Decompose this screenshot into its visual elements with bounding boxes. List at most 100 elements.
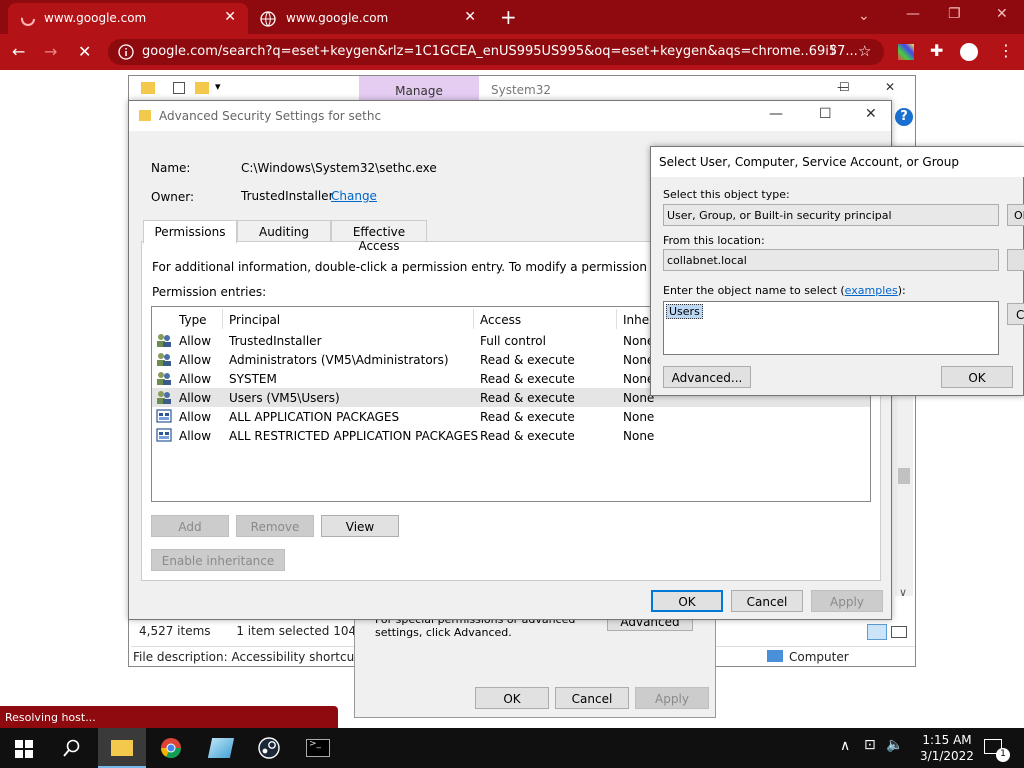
back-icon[interactable]: ←: [12, 42, 25, 61]
apply-button[interactable]: Apply: [811, 590, 883, 612]
item-count: 4,527 items: [139, 624, 211, 638]
column-separator[interactable]: [616, 309, 617, 329]
taskbar-file-explorer[interactable]: [98, 728, 146, 768]
cancel-button[interactable]: Cancel: [731, 590, 803, 612]
apply-button[interactable]: Apply: [635, 687, 709, 709]
explorer-scrollbar[interactable]: ∨: [895, 376, 913, 599]
change-owner-link[interactable]: Change: [331, 189, 377, 203]
column-principal[interactable]: Principal: [229, 313, 280, 327]
maximize-icon[interactable]: ☐: [839, 80, 850, 94]
explorer-window-title: System32: [491, 83, 552, 97]
close-icon[interactable]: ✕: [885, 80, 895, 94]
windows-taskbar: >_ ∧ ⊡ 🔈 1:15 AM 3/1/2022 1: [0, 728, 1024, 768]
tab-title: www.google.com: [44, 11, 147, 25]
scrollbar-thumb[interactable]: [898, 468, 910, 484]
object-types-button[interactable]: Ol: [1007, 204, 1024, 226]
properties-icon[interactable]: [173, 82, 185, 94]
table-row[interactable]: Allow ALL APPLICATION PACKAGES Read & ex…: [152, 407, 870, 426]
app-packages-icon: [156, 428, 172, 442]
remove-button[interactable]: Remove: [236, 515, 314, 537]
tab-search-icon[interactable]: ⌄: [858, 8, 870, 24]
close-icon[interactable]: ✕: [865, 106, 877, 122]
extension-icon[interactable]: [898, 44, 914, 60]
name-label: Name:: [151, 161, 191, 175]
select-user-dialog: Select User, Computer, Service Account, …: [650, 146, 1024, 396]
column-type[interactable]: Type: [179, 313, 207, 327]
dialog-title: Advanced Security Settings for sethc: [159, 109, 382, 123]
command-prompt-icon[interactable]: >_: [306, 739, 330, 757]
address-bar[interactable]: google.com/search?q=eset+keygen&rlz=1C1G…: [108, 39, 884, 65]
quick-access-dropdown-icon[interactable]: ▾: [215, 80, 221, 93]
app-packages-icon: [156, 409, 172, 423]
folder-icon: [139, 110, 151, 121]
tab-close-icon[interactable]: ✕: [224, 9, 236, 25]
location-field: collabnet.local: [663, 249, 999, 271]
dialog-title: Select User, Computer, Service Account, …: [651, 147, 1024, 177]
check-names-button[interactable]: C: [1007, 303, 1024, 325]
browser-tab[interactable]: www.google.com ✕: [250, 3, 488, 34]
locations-button[interactable]: [1007, 249, 1024, 271]
new-folder-icon[interactable]: [195, 82, 209, 94]
steam-icon[interactable]: [258, 737, 280, 759]
show-hidden-icons-icon[interactable]: ∧: [840, 738, 850, 754]
windows-start-icon[interactable]: [15, 740, 33, 758]
tab-permissions[interactable]: Permissions: [143, 220, 237, 244]
chrome-icon[interactable]: [160, 737, 182, 759]
info-text: For additional information, double-click…: [152, 260, 652, 274]
volume-icon[interactable]: 🔈: [886, 737, 903, 753]
browser-toolbar: ← → ✕ google.com/search?q=eset+keygen&rl…: [0, 34, 1024, 70]
examples-link[interactable]: examples: [845, 284, 898, 297]
table-row[interactable]: Allow ALL RESTRICTED APPLICATION PACKAGE…: [152, 426, 870, 445]
bookmark-star-icon[interactable]: ☆: [858, 42, 871, 60]
network-icon[interactable]: ⊡: [864, 737, 876, 753]
large-icons-view-icon[interactable]: [891, 626, 907, 638]
ok-button[interactable]: OK: [475, 687, 549, 709]
column-access[interactable]: Access: [480, 313, 521, 327]
notepad-icon[interactable]: [207, 738, 235, 758]
maximize-icon[interactable]: ☐: [819, 106, 832, 122]
dialog-titlebar: Advanced Security Settings for sethc — ☐…: [129, 101, 891, 131]
owner-value: TrustedInstaller: [241, 189, 334, 203]
folder-icon: [141, 82, 155, 94]
browser-status-bubble: Resolving host...: [0, 706, 338, 728]
system-clock[interactable]: 1:15 AM 3/1/2022: [912, 732, 982, 764]
tab-effective-access[interactable]: Effective Access: [331, 220, 427, 253]
tab-auditing[interactable]: Auditing: [237, 220, 331, 242]
view-button[interactable]: View: [321, 515, 399, 537]
help-icon[interactable]: ?: [895, 108, 913, 126]
folder-icon: [111, 740, 133, 756]
clock-date: 3/1/2022: [920, 749, 974, 763]
nav-location-computer[interactable]: Computer: [789, 650, 849, 664]
permission-entries-label: Permission entries:: [152, 285, 267, 299]
ok-button[interactable]: OK: [941, 366, 1013, 388]
ribbon-tab-manage[interactable]: Manage: [359, 76, 479, 102]
object-type-label: Select this object type:: [663, 188, 790, 201]
extensions-puzzle-icon[interactable]: ✚: [930, 41, 943, 60]
minimize-icon[interactable]: —: [769, 106, 783, 122]
profile-avatar-icon[interactable]: [960, 43, 978, 61]
browser-tab-active[interactable]: www.google.com ✕: [8, 3, 248, 34]
tab-close-icon[interactable]: ✕: [464, 9, 476, 25]
column-separator[interactable]: [222, 309, 223, 329]
tab-title: www.google.com: [286, 11, 389, 25]
cancel-button[interactable]: Cancel: [555, 687, 629, 709]
add-button[interactable]: Add: [151, 515, 229, 537]
stop-loading-icon[interactable]: ✕: [78, 42, 91, 61]
object-name-input[interactable]: Users: [663, 301, 999, 355]
enable-inheritance-button[interactable]: Enable inheritance: [151, 549, 285, 571]
users-icon: [157, 334, 171, 347]
share-icon[interactable]: ⇪: [828, 43, 839, 58]
close-window-icon[interactable]: ✕: [996, 6, 1008, 22]
search-icon[interactable]: [63, 739, 81, 757]
ok-button[interactable]: OK: [651, 590, 723, 612]
column-separator[interactable]: [473, 309, 474, 329]
advanced-button[interactable]: Advanced...: [663, 366, 751, 388]
chrome-menu-icon[interactable]: ⋮: [998, 41, 1014, 60]
forward-icon[interactable]: →: [44, 42, 57, 61]
restore-icon[interactable]: ❐: [948, 6, 961, 22]
scroll-down-icon[interactable]: ∨: [899, 586, 907, 599]
site-info-icon[interactable]: [118, 44, 134, 60]
new-tab-icon[interactable]: +: [500, 5, 517, 29]
details-view-icon[interactable]: [867, 624, 887, 640]
minimize-icon[interactable]: —: [906, 6, 920, 22]
